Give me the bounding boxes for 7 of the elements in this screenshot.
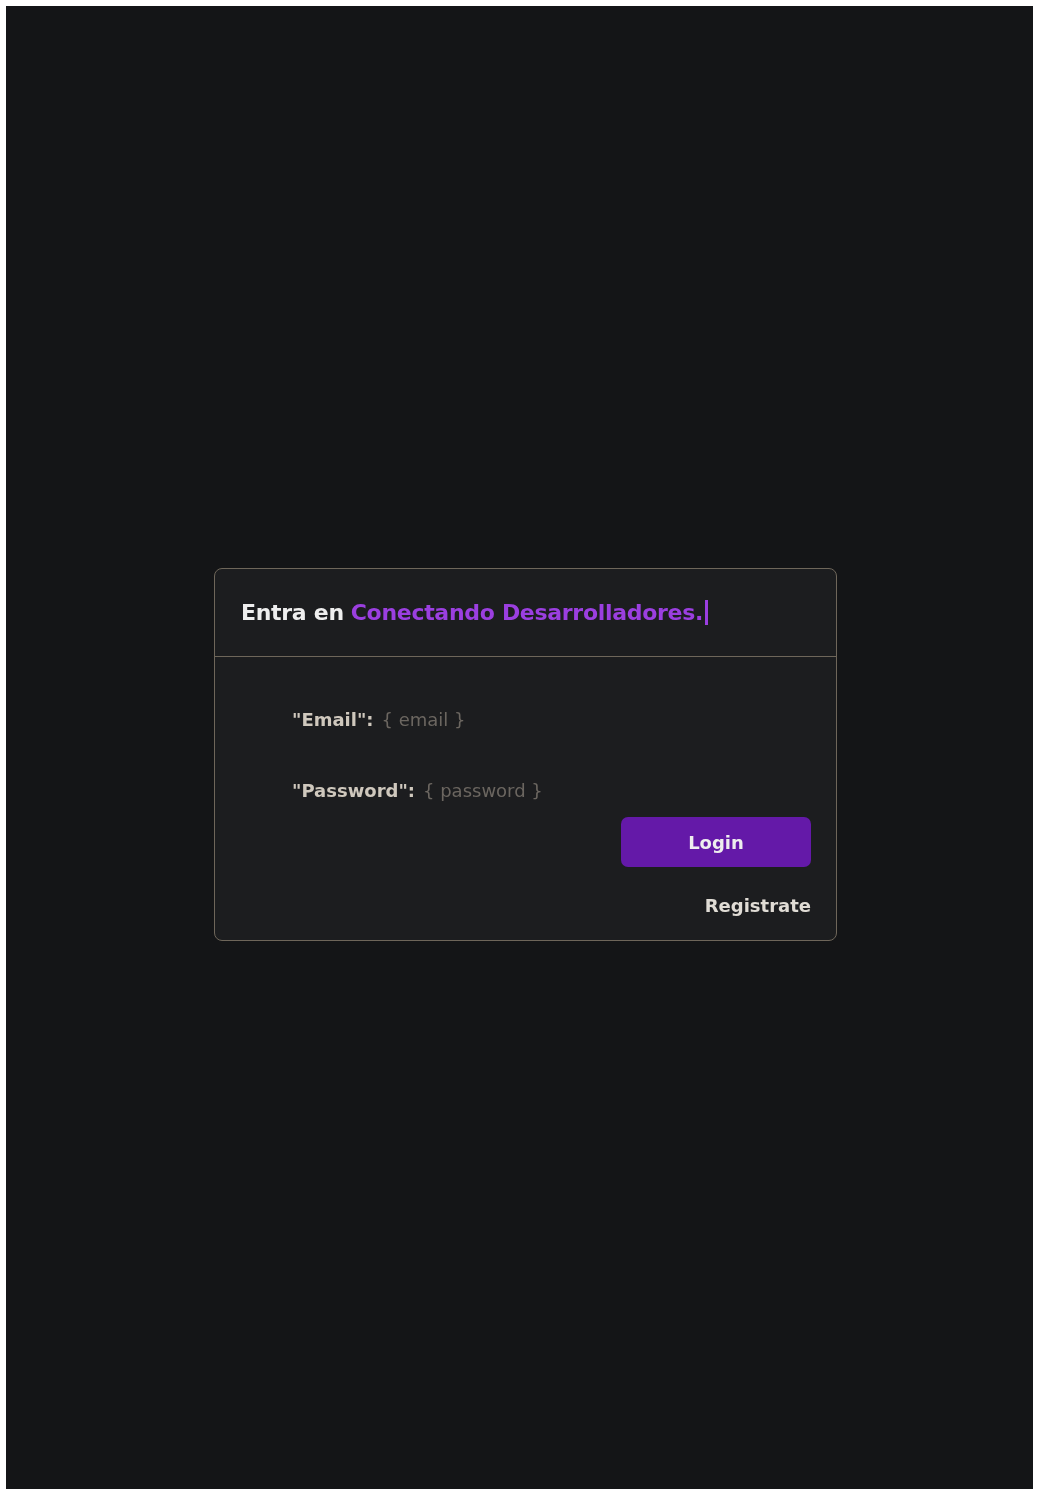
input-field[interactable]: { email } [381,708,642,730]
card-title: Entra en Conectando Desarrolladores. [241,600,709,625]
register-link[interactable]: Registrate [704,895,811,916]
field-label: "Password": [292,779,415,801]
login-button[interactable]: Login [621,817,811,867]
input-field[interactable]: { password } [423,779,683,801]
field-label: "Email": [292,708,374,730]
